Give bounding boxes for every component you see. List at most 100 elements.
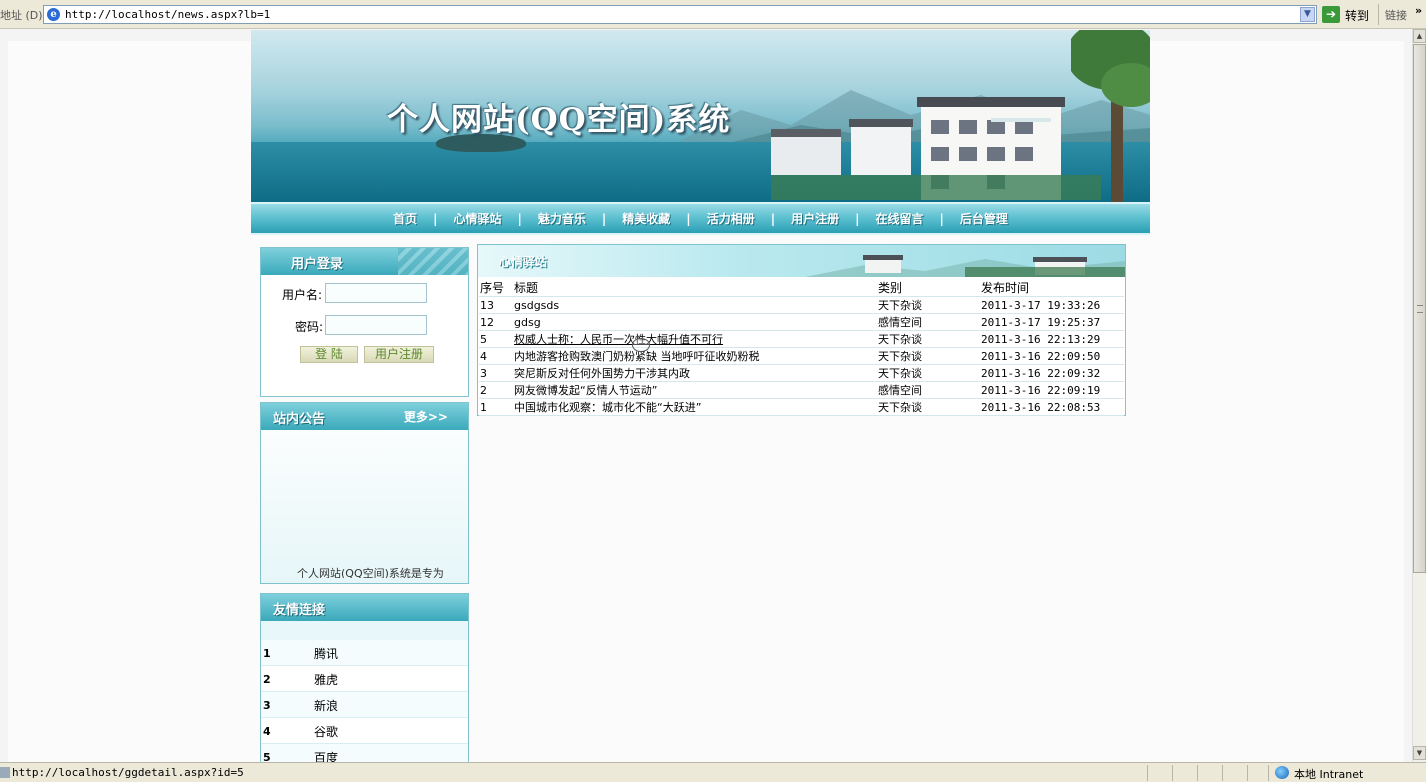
news-time-cell: 2011-3-17 19:33:26	[980, 296, 1124, 314]
news-title-link[interactable]: 突尼斯反对任何外国势力干涉其内政	[513, 364, 877, 382]
news-id-cell: 1	[479, 398, 513, 416]
notice-title: 站内公告	[273, 412, 326, 427]
security-zone: 本地 Intranet	[1294, 768, 1364, 781]
news-id-cell: 2	[479, 381, 513, 399]
status-divider	[1172, 765, 1173, 781]
news-title-link[interactable]: gsdgsds	[513, 296, 877, 314]
news-category-cell: 天下杂谈	[877, 364, 980, 382]
friend-link-row[interactable]: 4 谷歌	[261, 718, 468, 744]
nav-item-1[interactable]: 心情驿站	[437, 210, 517, 227]
scroll-down-icon[interactable]: ▼	[1413, 746, 1426, 760]
more-links-icon[interactable]: »	[1415, 4, 1422, 17]
nav-item-4[interactable]: 活力相册	[691, 210, 771, 227]
col-header-title: 标题	[513, 279, 877, 297]
news-title-link[interactable]: 中国城市化观察：城市化不能“大跃进”	[513, 398, 877, 416]
nav-item-3[interactable]: 精美收藏	[606, 210, 686, 227]
news-title-link[interactable]: 内地游客抢购致澳门奶粉紧缺 当地呼吁征收奶粉税	[513, 347, 877, 365]
login-button[interactable]: 登 陆	[300, 346, 358, 363]
news-title-link[interactable]: 网友微博发起“反情人节运动”	[513, 381, 877, 399]
scrollbar-grip-icon	[1417, 305, 1423, 313]
page-status-icon	[0, 767, 10, 778]
address-url[interactable]: http://localhost/news.aspx?lb=1	[65, 7, 270, 22]
vertical-scrollbar[interactable]: ▲ ▼	[1412, 29, 1426, 762]
friend-link-name[interactable]: 腾讯	[314, 645, 338, 662]
news-time-cell: 2011-3-16 22:09:19	[980, 381, 1124, 399]
news-category-cell: 天下杂谈	[877, 398, 980, 416]
news-table-body: 13 gsdgsds 天下杂谈 2011-3-17 19:33:26 12 gdsg 感情空…	[479, 296, 1124, 416]
friend-link-row[interactable]: 2 雅虎	[261, 666, 468, 692]
news-category-cell: 天下杂谈	[877, 347, 980, 365]
notice-panel: 站内公告 更多>> 个人网站(QQ空间)系统是专为	[260, 402, 469, 584]
news-row: 13 gsdgsds 天下杂谈 2011-3-17 19:33:26	[479, 296, 1124, 314]
username-label: 用户名:	[282, 288, 323, 302]
go-label: 转到	[1345, 9, 1370, 23]
col-header-category: 类别	[877, 279, 980, 297]
news-time-cell: 2011-3-16 22:08:53	[980, 398, 1124, 416]
chevron-down-icon[interactable]: ▼	[1300, 7, 1315, 22]
nav-item-6[interactable]: 在线留言	[860, 210, 940, 227]
news-id-cell: 3	[479, 364, 513, 382]
go-arrow-icon: ➔	[1322, 6, 1340, 23]
nav-item-5[interactable]: 用户注册	[775, 210, 855, 227]
links-toolbar-button[interactable]: 链接	[1385, 7, 1407, 23]
news-row: 2 网友微博发起“反情人节运动” 感情空间 2011-3-16 22:09:19	[479, 381, 1124, 399]
news-category-cell: 感情空间	[877, 381, 980, 399]
notice-more-link[interactable]: 更多>>	[404, 408, 448, 425]
ie-page-icon: e	[47, 8, 60, 21]
friend-link-number: 4	[263, 725, 271, 738]
status-url: http://localhost/ggdetail.aspx?id=5	[12, 766, 244, 779]
friend-link-name[interactable]: 百度	[314, 749, 338, 762]
password-field[interactable]	[325, 315, 427, 335]
news-category-cell: 天下杂谈	[877, 296, 980, 314]
login-title: 用户登录	[291, 257, 344, 272]
friend-links-spacer	[261, 621, 468, 640]
friend-link-number: 1	[263, 647, 271, 660]
friend-link-number: 5	[263, 751, 271, 762]
main-nav: 首页 | 心情驿站 | 魅力音乐 | 精美收藏 | 活力相册 | 用户注册 | 在线留言 | 后台管理	[251, 202, 1150, 235]
username-field[interactable]	[325, 283, 427, 303]
address-bar: 地址 (D) e http://localhost/news.aspx?lb=1…	[0, 0, 1426, 29]
friend-link-row[interactable]: 1 腾讯	[261, 640, 468, 666]
page-viewport: 个人网站(QQ空间)系统 首页 | 心情驿站 | 魅力音乐 | 精美收藏 | 活力相册 | 用户注册…	[0, 29, 1412, 762]
news-header-decoration	[805, 255, 1125, 277]
friend-link-name[interactable]: 新浪	[314, 697, 338, 714]
news-time-cell: 2011-3-16 22:09:50	[980, 347, 1124, 365]
nav-item-7[interactable]: 后台管理	[944, 210, 1024, 227]
news-row: 1 中国城市化观察：城市化不能“大跃进” 天下杂谈 2011-3-16 22:08:5…	[479, 398, 1124, 416]
password-label: 密码:	[295, 320, 324, 334]
news-title-link[interactable]: 权威人士称：人民币一次性大幅升值不可行	[513, 330, 877, 348]
status-divider	[1197, 765, 1198, 781]
friend-link-row[interactable]: 3 新浪	[261, 692, 468, 718]
news-category-cell: 感情空间	[877, 313, 980, 331]
news-row: 12 gdsg 感情空间 2011-3-17 19:25:37	[479, 313, 1124, 331]
friend-links-title: 友情连接	[273, 603, 326, 618]
nav-item-0[interactable]: 首页	[377, 210, 433, 227]
toolbar-divider	[1378, 4, 1379, 25]
friend-link-name[interactable]: 雅虎	[314, 671, 338, 688]
news-row: 3 突尼斯反对任何外国势力干涉其内政 天下杂谈 2011-3-16 22:09:32	[479, 364, 1124, 382]
banner-tree	[1071, 30, 1150, 202]
friend-links-header: 友情连接	[261, 594, 468, 621]
news-category-cell: 天下杂谈	[877, 330, 980, 348]
login-header: 用户登录	[261, 248, 468, 275]
address-input[interactable]: e http://localhost/news.aspx?lb=1 ▼	[43, 5, 1317, 24]
friend-link-row[interactable]: 5 百度	[261, 744, 468, 762]
news-table: 序号 标题 类别 发布时间 13 gsdgsds 天下杂谈 2011-3-17 19:…	[479, 279, 1124, 416]
friend-link-name[interactable]: 谷歌	[314, 723, 338, 740]
notice-marquee-text[interactable]: 个人网站(QQ空间)系统是专为	[297, 565, 457, 578]
status-divider	[1147, 765, 1148, 781]
scrollbar-thumb[interactable]	[1413, 44, 1426, 573]
friend-links-list: 1 腾讯 2 雅虎 3 新浪 4 谷歌 5 百度	[261, 640, 468, 762]
status-divider	[1222, 765, 1223, 781]
friend-link-number: 3	[263, 699, 271, 712]
news-title-link[interactable]: gdsg	[513, 313, 877, 331]
friend-link-number: 2	[263, 673, 271, 686]
col-header-id: 序号	[479, 279, 513, 297]
news-row: 4 内地游客抢购致澳门奶粉紧缺 当地呼吁征收奶粉税 天下杂谈 2011-3-16 22…	[479, 347, 1124, 365]
scroll-up-icon[interactable]: ▲	[1413, 29, 1426, 43]
nav-item-2[interactable]: 魅力音乐	[522, 210, 602, 227]
news-time-cell: 2011-3-17 19:25:37	[980, 313, 1124, 331]
globe-icon	[1275, 766, 1289, 779]
register-button[interactable]: 用户注册	[364, 346, 434, 363]
news-time-cell: 2011-3-16 22:13:29	[980, 330, 1124, 348]
